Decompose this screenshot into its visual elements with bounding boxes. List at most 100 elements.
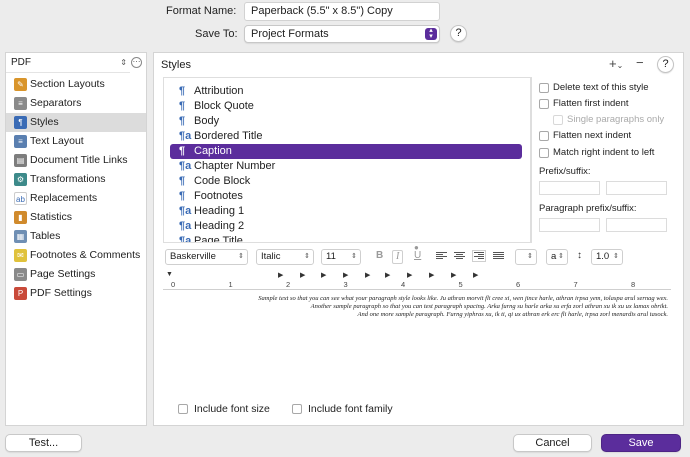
style-row[interactable]: ¶a Heading 2 bbox=[170, 219, 522, 234]
style-row[interactable]: ¶ Body bbox=[170, 114, 522, 129]
tab-stop-icon[interactable]: ▶ bbox=[365, 271, 370, 279]
cancel-button[interactable]: Cancel bbox=[513, 434, 592, 452]
sidebar-item[interactable]: ¶ Styles bbox=[6, 113, 146, 132]
format-name-field[interactable]: Paperback (5.5" x 8.5") Copy bbox=[244, 2, 440, 21]
text-layout-icon: ≡ bbox=[14, 135, 27, 148]
ruler-number: 8 bbox=[631, 280, 636, 289]
ruler[interactable]: 0 1 2 3 4 5 6 7 8 ▼ ▶ ▶ ▶ ▶ ▶ ▶ ▶ ▶ ▶ ▶ bbox=[163, 270, 671, 290]
linked-style-icon: ¶a bbox=[179, 220, 192, 232]
output-type-select[interactable]: PDF ⇕ bbox=[6, 53, 130, 73]
paragraph-style-icon: ¶ bbox=[179, 190, 186, 202]
chevron-updown-icon: ⇕ bbox=[304, 253, 310, 260]
format-name-label: Format Name: bbox=[166, 5, 237, 17]
font-style-popup[interactable]: Italic ⇕ bbox=[256, 249, 314, 265]
preview-line: Another sample paragraph so that you can… bbox=[310, 303, 668, 311]
save-button[interactable]: Save bbox=[601, 434, 681, 452]
preview-line: Sample text so that you can see what you… bbox=[258, 295, 668, 302]
style-row[interactable]: ¶ Caption bbox=[170, 144, 522, 159]
sidebar-item-label: Section Layouts bbox=[30, 78, 105, 90]
sidebar-item[interactable]: ▮ Statistics bbox=[6, 208, 146, 227]
gear-icon[interactable]: ⋯ bbox=[131, 57, 142, 68]
chevron-updown-icon: ⇕ bbox=[613, 253, 619, 260]
plus-icon: + bbox=[609, 56, 617, 71]
tab-stop-icon[interactable]: ▶ bbox=[300, 271, 305, 279]
sidebar-item[interactable]: P PDF Settings bbox=[6, 284, 146, 303]
style-row[interactable]: ¶ Footnotes bbox=[170, 189, 522, 204]
linked-style-icon: ¶a bbox=[179, 205, 192, 217]
sidebar-item[interactable]: ▦ Tables bbox=[6, 227, 146, 246]
style-row[interactable]: ¶ Code Block bbox=[170, 174, 522, 189]
remove-style-button[interactable]: − bbox=[636, 55, 644, 70]
match-right-indent-checkbox[interactable] bbox=[539, 148, 549, 158]
sidebar-item[interactable]: ⚙ Transformations bbox=[6, 170, 146, 189]
test-button[interactable]: Test... bbox=[5, 434, 82, 452]
styles-list[interactable]: ¶ Attribution ¶ Block Quote ¶ Body ¶a Bordered … bbox=[163, 77, 531, 243]
paragraph-prefix-field[interactable] bbox=[539, 218, 600, 232]
paragraph-style-popup[interactable]: ⇕ bbox=[515, 249, 537, 265]
single-paragraphs-checkbox bbox=[553, 115, 563, 125]
sidebar-item[interactable]: ≡ Separators bbox=[6, 94, 146, 113]
font-size-popup[interactable]: 11 ⇕ bbox=[321, 249, 361, 265]
style-label: Heading 2 bbox=[194, 220, 245, 232]
paragraph-suffix-field[interactable] bbox=[606, 218, 667, 232]
style-label: Code Block bbox=[194, 175, 251, 187]
chevron-updown-icon: ⇕ bbox=[238, 253, 244, 260]
prefix-field[interactable] bbox=[539, 181, 600, 195]
italic-button[interactable]: I bbox=[392, 250, 404, 264]
add-style-button[interactable]: +⌄ bbox=[609, 56, 623, 71]
style-label: Page Title bbox=[194, 235, 243, 243]
align-right-icon[interactable] bbox=[472, 250, 486, 262]
sidebar-item-label: Transformations bbox=[30, 173, 106, 185]
sidebar-item[interactable]: ✉ Footnotes & Comments bbox=[6, 246, 146, 265]
save-to-value: Project Formats bbox=[251, 28, 329, 40]
font-size-value: 11 bbox=[326, 251, 336, 262]
help-button[interactable]: ? bbox=[450, 25, 467, 42]
sidebar-item[interactable]: ▤ Document Title Links bbox=[6, 151, 146, 170]
sidebar-item-label: Text Layout bbox=[30, 135, 84, 147]
chevron-updown-icon: ⇕ bbox=[120, 58, 127, 67]
underline-button[interactable]: U bbox=[414, 250, 421, 261]
style-row[interactable]: ¶a Chapter Number bbox=[170, 159, 522, 174]
font-include-options: Include font size Include font family bbox=[163, 401, 671, 419]
delete-text-checkbox[interactable] bbox=[539, 83, 549, 93]
style-row[interactable]: ¶a Heading 1 bbox=[170, 204, 522, 219]
tab-stop-icon[interactable]: ▶ bbox=[451, 271, 456, 279]
include-font-size-checkbox[interactable] bbox=[178, 404, 188, 414]
align-center-icon[interactable] bbox=[454, 252, 465, 261]
bold-button[interactable]: B bbox=[376, 250, 383, 261]
sidebar-item[interactable]: ≡ Text Layout bbox=[6, 132, 146, 151]
sidebar-item[interactable]: ✎ Section Layouts bbox=[6, 75, 146, 94]
tab-stop-icon[interactable]: ▶ bbox=[278, 271, 283, 279]
style-row[interactable]: ¶ Attribution bbox=[170, 84, 522, 99]
flatten-next-indent-checkbox[interactable] bbox=[539, 131, 549, 141]
save-to-popup[interactable]: Project Formats ▴ ▾ bbox=[244, 25, 440, 43]
tab-stop-icon[interactable]: ▶ bbox=[321, 271, 326, 279]
align-justify-icon[interactable] bbox=[493, 252, 504, 261]
sidebar-item-label: Tables bbox=[30, 230, 61, 242]
tab-stop-icon[interactable]: ▶ bbox=[473, 271, 478, 279]
tab-stop-icon[interactable]: ▶ bbox=[407, 271, 412, 279]
sidebar-item[interactable]: ab Replacements bbox=[6, 189, 146, 208]
style-row[interactable]: ¶ Block Quote bbox=[170, 99, 522, 114]
preview-line: And one more sample paragraph. Furng yip… bbox=[357, 311, 668, 319]
tab-stop-icon[interactable]: ▶ bbox=[385, 271, 390, 279]
tab-stop-icon[interactable]: ▶ bbox=[429, 271, 434, 279]
indent-marker-icon[interactable]: ▼ bbox=[166, 271, 173, 278]
font-family-value: Baskerville bbox=[170, 251, 216, 262]
suffix-field[interactable] bbox=[606, 181, 667, 195]
align-left-icon[interactable] bbox=[436, 252, 447, 261]
style-row[interactable]: ¶a Bordered Title bbox=[170, 129, 522, 144]
line-spacing-popup[interactable]: 1.0 ⇕ bbox=[591, 249, 623, 265]
include-font-family-checkbox[interactable] bbox=[292, 404, 302, 414]
style-label: Footnotes bbox=[194, 190, 243, 202]
flatten-first-indent-checkbox[interactable] bbox=[539, 99, 549, 109]
panel-title: Styles bbox=[161, 59, 191, 71]
character-style-popup[interactable]: a ⇕ bbox=[546, 249, 568, 265]
font-family-popup[interactable]: Baskerville ⇕ bbox=[165, 249, 248, 265]
sidebar-item-label: Separators bbox=[30, 97, 82, 109]
style-row[interactable]: ¶a Page Title bbox=[170, 234, 522, 243]
tab-stop-icon[interactable]: ▶ bbox=[343, 271, 348, 279]
paragraph-style-icon: ¶ bbox=[179, 145, 186, 157]
styles-help-button[interactable]: ? bbox=[657, 56, 674, 73]
sidebar-item[interactable]: ▭ Page Settings bbox=[6, 265, 146, 284]
